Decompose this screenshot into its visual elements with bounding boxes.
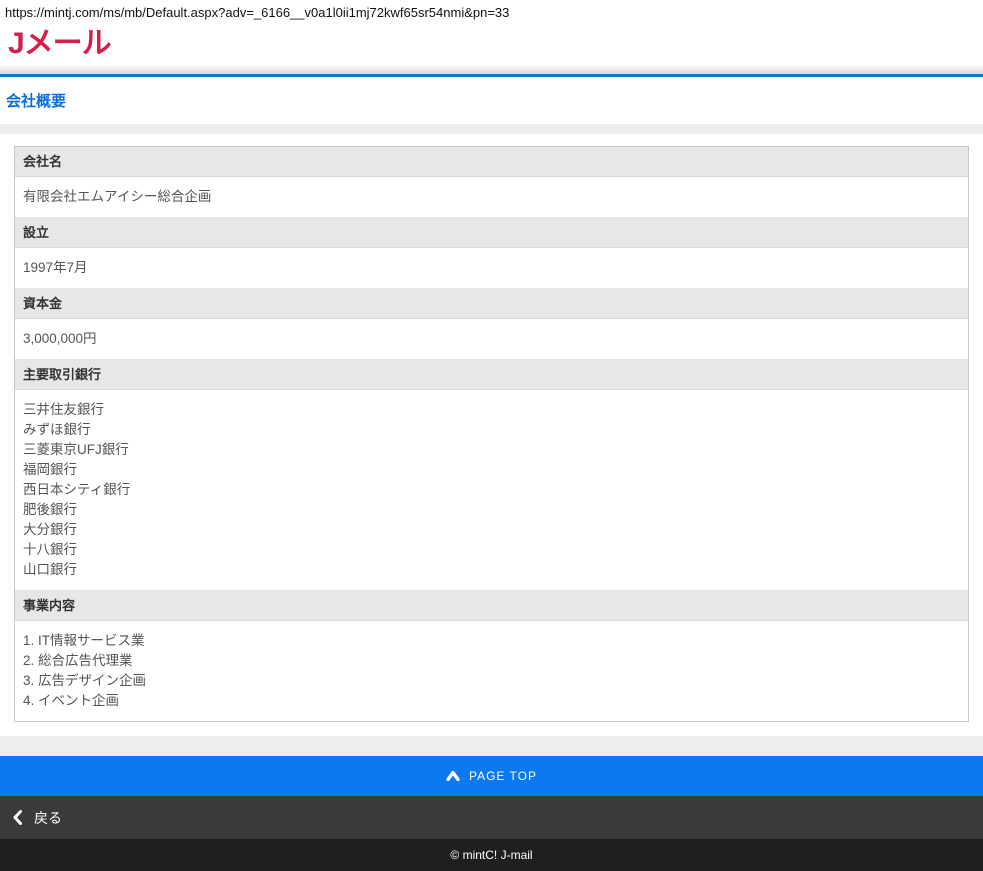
header-gradient-band (0, 65, 983, 74)
table-row-label: 会社名 (15, 147, 968, 177)
title-divider-band (0, 124, 983, 134)
table-row-label: 設立 (15, 218, 968, 248)
copyright-text: © mintC! J-mail (450, 848, 532, 862)
bottom-divider-band (0, 736, 983, 756)
table-row-value: 三井住友銀行 みずほ銀行 三菱東京UFJ銀行 福岡銀行 西日本シティ銀行 肥後銀… (15, 390, 968, 591)
table-row-value: 有限会社エムアイシー総合企画 (15, 177, 968, 218)
page-top-label: PAGE TOP (469, 769, 537, 783)
table-row-value: 1. IT情報サービス業 2. 総合広告代理業 3. 広告デザイン企画 4. イ… (15, 621, 968, 721)
footer: © mintC! J-mail (0, 839, 983, 871)
page-top-button[interactable]: PAGE TOP (0, 756, 983, 796)
jmail-logo[interactable]: Jメール (8, 25, 111, 63)
table-row-value: 3,000,000円 (15, 319, 968, 360)
table-row-label: 事業内容 (15, 591, 968, 621)
page-title: 会社概要 (6, 93, 66, 110)
table-row-label: 主要取引銀行 (15, 360, 968, 390)
table-row-value: 1997年7月 (15, 248, 968, 289)
chevron-left-icon (13, 810, 22, 825)
back-label: 戻る (34, 808, 62, 828)
chevron-up-icon (446, 771, 460, 781)
table-row: 会社名 有限会社エムアイシー総合企画 (15, 147, 968, 218)
page-url-text: https://mintj.com/ms/mb/Default.aspx?adv… (0, 0, 983, 22)
company-overview-table: 会社名 有限会社エムアイシー総合企画 設立 1997年7月 資本金 3,000,… (14, 146, 969, 722)
table-row: 資本金 3,000,000円 (15, 289, 968, 360)
title-row: 会社概要 (0, 77, 983, 124)
table-row-label: 資本金 (15, 289, 968, 319)
table-row: 事業内容 1. IT情報サービス業 2. 総合広告代理業 3. 広告デザイン企画… (15, 591, 968, 721)
table-row: 設立 1997年7月 (15, 218, 968, 289)
table-row: 主要取引銀行 三井住友銀行 みずほ銀行 三菱東京UFJ銀行 福岡銀行 西日本シテ… (15, 360, 968, 591)
back-button[interactable]: 戻る (0, 796, 983, 839)
header-logo-row: Jメール (0, 22, 983, 65)
